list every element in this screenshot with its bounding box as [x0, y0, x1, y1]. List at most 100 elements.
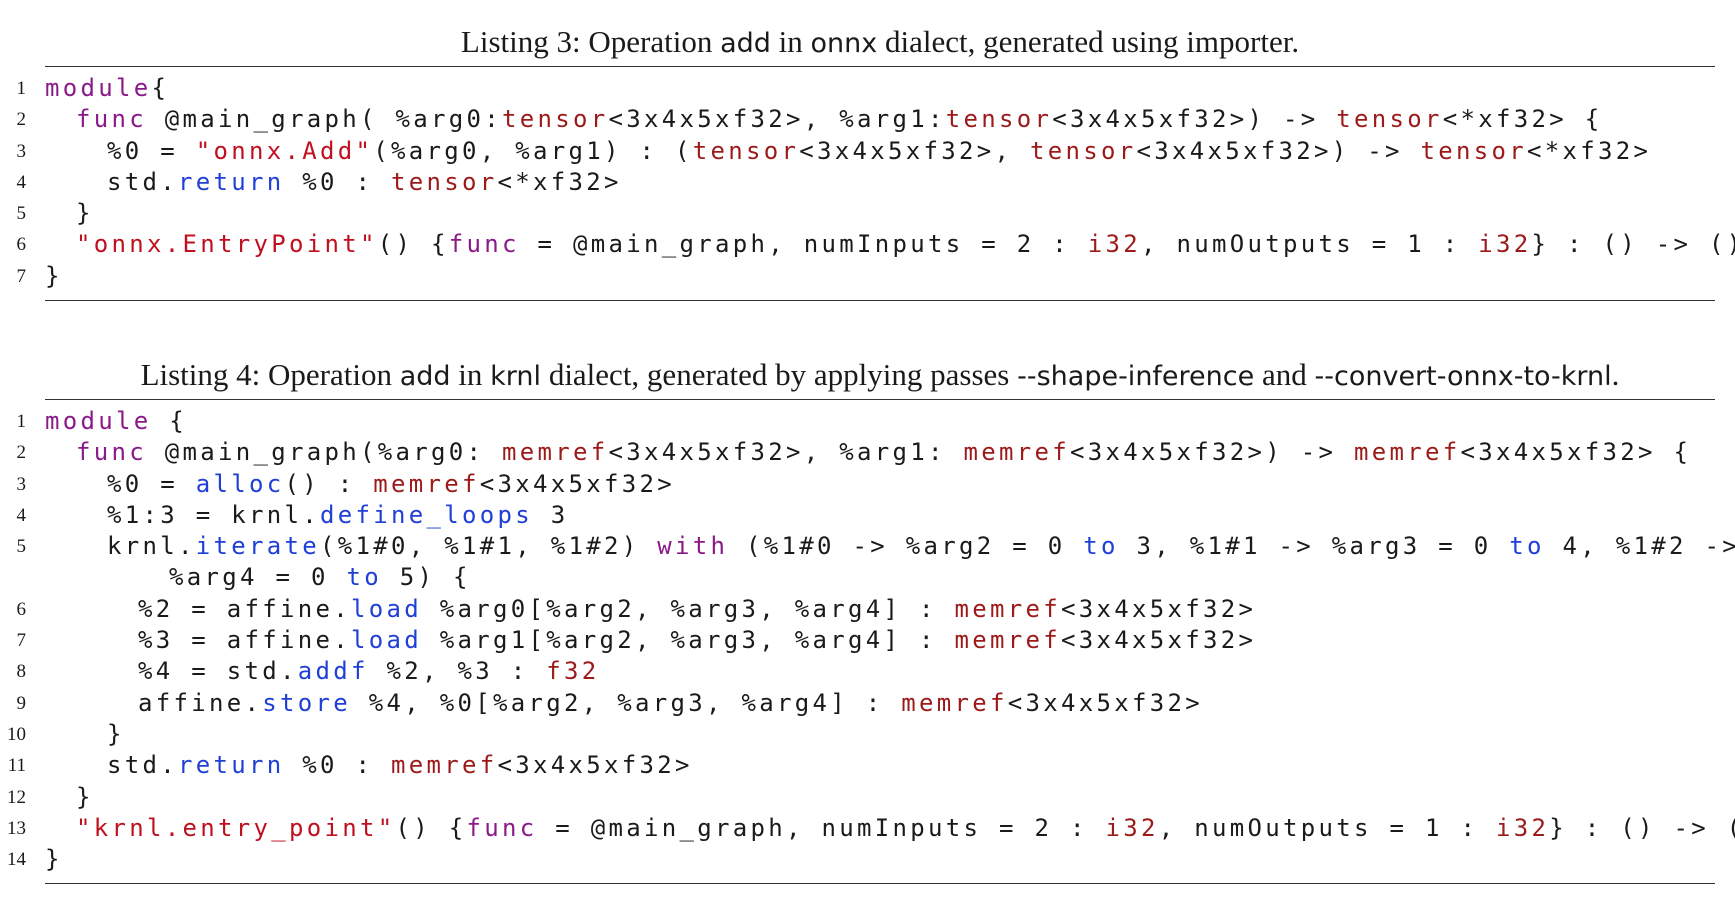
code-token-kw-blue: load — [351, 594, 422, 623]
code-token-ty-red: tensor — [1420, 136, 1527, 165]
code-token: } — [76, 199, 94, 228]
code-token-ty-red: i32 — [1087, 230, 1141, 259]
code-token: %4 = std. — [138, 657, 298, 686]
code-token: %2, %3 : — [368, 657, 547, 686]
code-token: { — [151, 74, 170, 102]
code-token: (%arg0, %arg1) : ( — [373, 136, 693, 165]
code-text: %0 = alloc() : memref<3x4x5xf32> — [107, 469, 675, 500]
caption-text: in — [450, 357, 491, 392]
caption-pass-name: --convert-onnx-to-krnl — [1314, 361, 1612, 392]
code-line: 11 std.return %0 : memref<3x4x5xf32> — [0, 750, 1735, 781]
code-token: krnl. — [107, 532, 196, 561]
code-line: 9 affine.store %4, %0[%arg2, %arg3, %arg4… — [0, 688, 1735, 719]
code-text: std.return %0 : tensor<*xf32> — [107, 167, 622, 198]
caption-text: Listing 4: Operation — [140, 357, 400, 392]
code-token: } : () -> () — [1531, 230, 1735, 259]
code-token: %0 = — [107, 136, 196, 165]
line-number: 5 — [16, 203, 27, 225]
code-token: @main_graph(%arg0: — [147, 438, 502, 467]
code-token: <3x4x5xf32>, %arg1: — [608, 438, 964, 467]
code-text: %2 = affine.load %arg0[%arg2, %arg3, %ar… — [138, 594, 1256, 625]
code-token: , numOutputs = 1 : — [1140, 230, 1479, 259]
code-text: %3 = affine.load %arg1[%arg2, %arg3, %ar… — [138, 625, 1256, 656]
code-token: affine. — [138, 688, 263, 717]
code-token-kw-purple: func — [76, 105, 147, 134]
code-token: () { — [377, 230, 449, 259]
code-token-kw-blue: addf — [297, 657, 369, 686]
caption-text: dialect, generated by applying passes — [541, 357, 1018, 392]
code-line: 3 %0 = alloc() : memref<3x4x5xf32> — [0, 469, 1735, 500]
code-token-kw-purple: with — [657, 532, 729, 561]
code-line: 5 krnl.iterate(%1#0, %1#1, %1#2) with (%1… — [0, 531, 1735, 562]
code-line: 4 std.return %0 : tensor<*xf32> — [0, 167, 1735, 198]
code-token-kw-blue: iterate — [195, 532, 320, 561]
code-line: 13 "krnl.entry_point"() {func = @main_gra… — [0, 813, 1735, 844]
line-number: 5 — [16, 536, 27, 558]
code-token: %0 : — [284, 751, 391, 780]
caption-text: Listing 3: Operation — [460, 24, 721, 59]
code-line: %arg4 = 0 to 5) { — [0, 562, 1735, 593]
code-token: std. — [107, 167, 178, 196]
code-token-str-red: "krnl.entry_point" — [76, 813, 396, 842]
code-text: affine.store %4, %0[%arg2, %arg3, %arg4]… — [138, 688, 1203, 719]
code-line: 7} — [0, 261, 1735, 292]
code-line: 5} — [0, 198, 1735, 229]
code-token: <3x4x5xf32>, %arg1: — [608, 105, 946, 134]
caption-text: . — [1611, 357, 1620, 392]
code-line: 6 %2 = affine.load %arg0[%arg2, %arg3, %a… — [0, 594, 1735, 625]
code-text: } — [76, 782, 94, 813]
code-token-ty-red: memref — [901, 688, 1008, 717]
listing-bottom-rule — [45, 883, 1715, 885]
line-number: 7 — [16, 265, 27, 287]
line-number: 3 — [16, 140, 27, 162]
code-block-4: 1 module {2 func @main_graph(%arg0: memref… — [0, 406, 1735, 875]
listing-4-caption: Listing 4: Operation add in krnl dialect… — [45, 351, 1715, 399]
code-token: %4, %0[%arg2, %arg3, %arg4] : — [351, 688, 902, 717]
code-token-kw-blue: return — [178, 167, 285, 196]
code-token: 5) { — [382, 563, 471, 592]
code-token: () { — [395, 813, 467, 842]
code-token: , numOutputs = 1 : — [1158, 813, 1496, 842]
code-token: %arg4 = 0 — [169, 563, 347, 592]
caption-dialect-name: onnx — [810, 28, 878, 59]
code-line: 12} — [0, 782, 1735, 813]
code-token-ty-red: i32 — [1495, 813, 1550, 842]
listing-4: Listing 4: Operation add in krnl dialect… — [0, 351, 1735, 885]
code-line: 1 module{ — [0, 73, 1735, 104]
line-number: 4 — [16, 171, 27, 193]
code-text: module{ — [45, 73, 169, 104]
code-token-kw-blue: to — [346, 563, 382, 592]
line-number: 14 — [7, 849, 26, 871]
code-token-ty-red: tensor — [1336, 105, 1443, 134]
caption-text: and — [1254, 357, 1315, 392]
code-line: 6 "onnx.EntryPoint"() {func = @main_graph… — [0, 229, 1735, 260]
code-token: @main_graph( %arg0: — [147, 105, 502, 134]
code-text: std.return %0 : memref<3x4x5xf32> — [107, 750, 693, 781]
line-number: 9 — [16, 692, 27, 714]
code-text: krnl.iterate(%1#0, %1#1, %1#2) with (%1#… — [107, 531, 1735, 562]
code-line: 2 func @main_graph(%arg0: memref<3x4x5xf3… — [0, 437, 1735, 468]
code-token: <3x4x5xf32> { — [1460, 438, 1692, 467]
code-token-ty-red: tensor — [945, 105, 1053, 134]
line-number: 6 — [16, 234, 27, 256]
code-token-kw-blue: alloc — [195, 469, 285, 498]
code-token-ty-red: i32 — [1105, 813, 1159, 842]
line-number: 1 — [16, 411, 27, 432]
code-token: } — [76, 782, 94, 811]
code-token-str-red: "onnx.Add" — [195, 136, 374, 165]
code-line: 10} — [0, 719, 1735, 750]
code-text: } — [76, 198, 94, 229]
code-token-kw-purple: func — [448, 230, 520, 259]
code-token-kw-purple: module — [45, 407, 152, 435]
code-text: "onnx.EntryPoint"() {func = @main_graph,… — [76, 229, 1735, 260]
line-number: 4 — [16, 504, 27, 526]
listing-bottom-rule — [45, 300, 1715, 302]
code-text: func @main_graph(%arg0: memref<3x4x5xf32… — [76, 437, 1691, 468]
code-token-kw-purple: func — [466, 813, 538, 842]
code-token: (%1#0 -> %arg2 = 0 — [728, 532, 1084, 561]
code-token: <3x4x5xf32>) -> — [1136, 136, 1421, 165]
code-token: <3x4x5xf32> — [1007, 688, 1203, 717]
listing-top-rule — [45, 66, 1715, 67]
caption-op-name: add — [720, 28, 771, 59]
code-token-ty-red: tensor — [391, 167, 498, 196]
